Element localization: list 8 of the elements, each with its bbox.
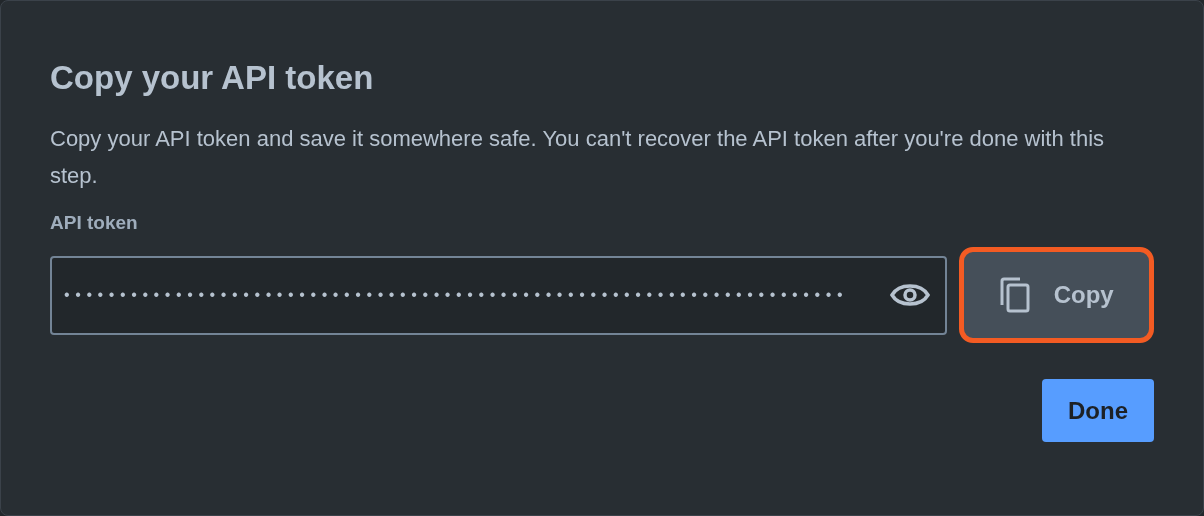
dialog-description: Copy your API token and save it somewhere safe. You can't recover the API token after you're done with this step. [50, 125, 1105, 190]
done-button[interactable]: Done [1042, 379, 1154, 442]
dialog-title: Copy your API token [50, 58, 374, 98]
copy-button[interactable]: Copy [959, 247, 1154, 343]
copy-icon [999, 277, 1030, 313]
token-field[interactable]: •••••••••••••••••••••••••••••••••••••••••••••••••••••••••••••••••••••• [50, 255, 948, 335]
field-label: API token [50, 211, 138, 235]
masked-token: •••••••••••••••••••••••••••••••••••••••••••••••••••••••••••••••••••••• [64, 285, 850, 305]
